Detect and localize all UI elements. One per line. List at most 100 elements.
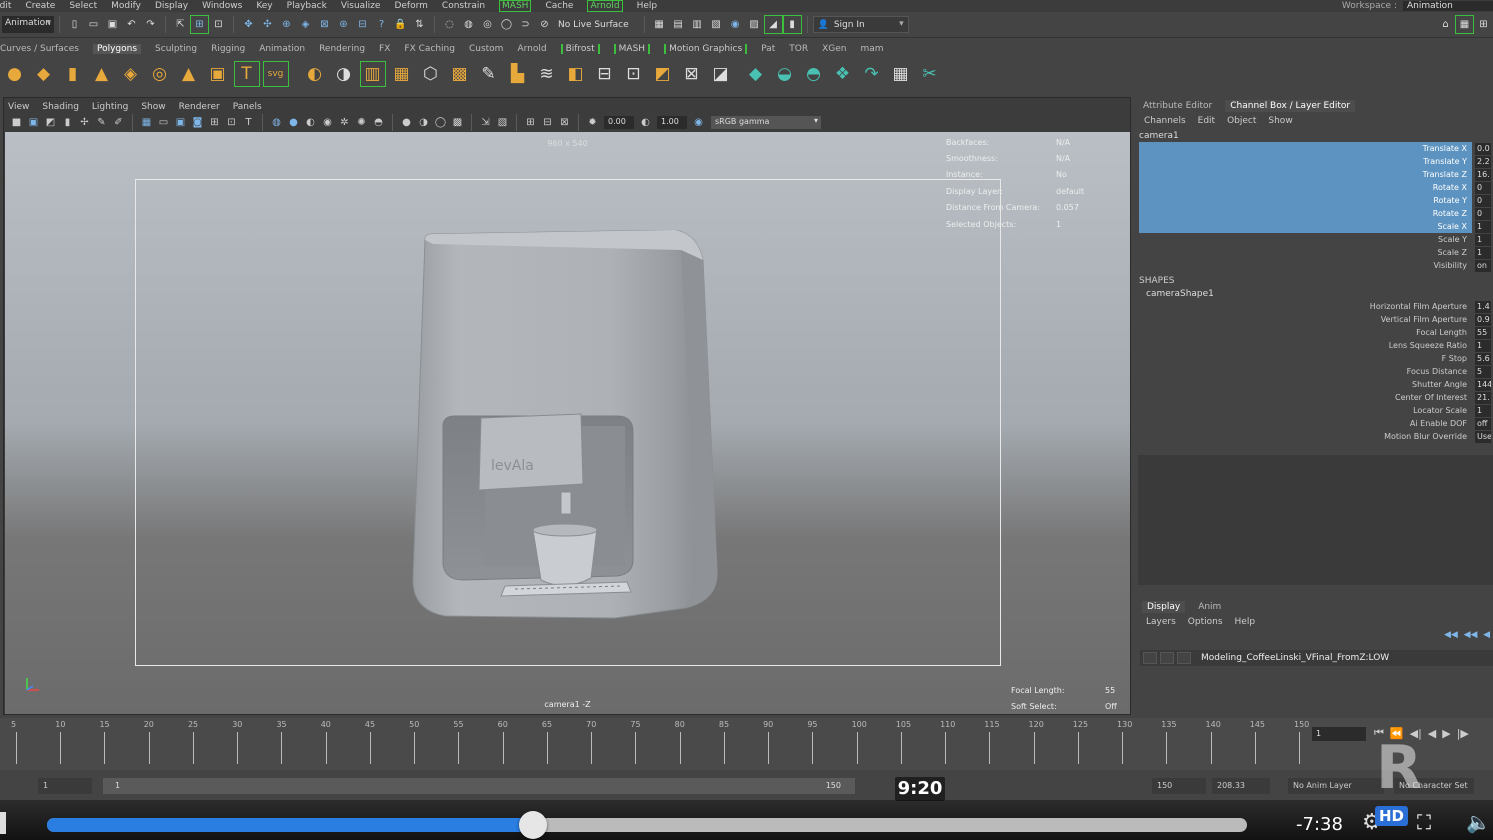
channel-row-translate-x[interactable]: Translate X 0.0: [1139, 142, 1493, 155]
render-frame-icon[interactable]: ▤: [670, 16, 687, 33]
channel-value-field[interactable]: 55: [1475, 326, 1491, 339]
channel-name[interactable]: Rotate X: [1139, 181, 1472, 194]
workspace-value[interactable]: Animation: [1403, 1, 1493, 11]
append-polygon-icon[interactable]: ◩: [651, 62, 675, 86]
modeling-toolkit-icon[interactable]: ⌂: [1437, 16, 1454, 33]
menu-mash[interactable]: MASH: [499, 0, 532, 12]
rp-menu-channels[interactable]: Channels: [1144, 116, 1186, 126]
channel-row-focal-length[interactable]: Focal Length 55: [1139, 326, 1493, 339]
time-slider[interactable]: 5 10 15 20 25 30 35 40 45 50 55 60 65 70 75 80 85 90 95 100…: [0, 718, 1493, 770]
range-slider-bar[interactable]: 1 150: [103, 778, 855, 794]
hypershade-icon[interactable]: ◉: [727, 16, 744, 33]
panel-menu-panels[interactable]: Panels: [233, 102, 262, 112]
animation-end-field[interactable]: 208.33: [1212, 778, 1270, 794]
shelf-tab-bifrost[interactable]: Bifrost: [560, 44, 600, 54]
channel-row-vertical-film-aperture[interactable]: Vertical Film Aperture 0.9: [1139, 313, 1493, 326]
channel-row-translate-y[interactable]: Translate Y 2.2: [1139, 155, 1493, 168]
channel-value-field[interactable]: 0: [1475, 207, 1491, 220]
resolution-gate-icon[interactable]: ▣: [173, 115, 188, 130]
grid-icon[interactable]: ▦: [139, 115, 154, 130]
channel-value-field[interactable]: 5.6: [1475, 352, 1491, 365]
hd-quality-badge[interactable]: HD: [1375, 806, 1409, 826]
channel-row-rotate-x[interactable]: Rotate X0: [1139, 181, 1493, 194]
animation-start-field[interactable]: 1: [38, 778, 92, 794]
lasso-remove-icon[interactable]: ◯: [498, 16, 515, 33]
backface-icon[interactable]: ⊠: [557, 115, 572, 130]
step-forward-frame-icon[interactable]: |▶: [1457, 727, 1469, 740]
menu-set-dropdown[interactable]: Animation: [2, 16, 54, 33]
shelf-tab-tor[interactable]: TOR: [789, 44, 808, 54]
channel-row-visibility[interactable]: Visibility on: [1139, 259, 1493, 272]
channel-name[interactable]: Horizontal Film Aperture: [1139, 300, 1472, 313]
extract-icon[interactable]: ▦: [390, 62, 414, 86]
ipr-render-icon[interactable]: ▥: [689, 16, 706, 33]
channel-name[interactable]: Scale X: [1139, 220, 1472, 233]
channel-row-rotate-y[interactable]: Rotate Y0: [1139, 194, 1493, 207]
playback-end-field[interactable]: 150: [1152, 778, 1206, 794]
menu-create[interactable]: Create: [25, 1, 55, 11]
channel-row-horizontal-film-aperture[interactable]: Horizontal Film Aperture 1.4: [1139, 300, 1493, 313]
channel-name[interactable]: Scale Z: [1139, 246, 1472, 259]
spherical-uv-icon[interactable]: ◓: [802, 62, 826, 86]
channel-value-field[interactable]: on: [1475, 259, 1491, 272]
channel-row-focus-distance[interactable]: Focus Distance 5: [1139, 365, 1493, 378]
combine-icon[interactable]: ◐: [303, 62, 327, 86]
layer-nav-icons[interactable]: ◀◀ ◀◀ ◀: [1444, 630, 1490, 640]
video-progress-knob[interactable]: [519, 811, 547, 839]
channel-row-motion-blur-override[interactable]: Motion Blur Override Use: [1139, 430, 1493, 443]
shelf-tab-mam[interactable]: mam: [861, 44, 884, 54]
screen-space-ao-icon[interactable]: ●: [399, 115, 414, 130]
play-forwards-icon[interactable]: ▶: [1442, 727, 1450, 740]
gamma-icon[interactable]: ◐: [638, 115, 653, 130]
channel-row-scale-z[interactable]: Scale Z1: [1139, 246, 1493, 259]
shelf-tab-fx[interactable]: FX: [379, 44, 390, 54]
layer-menu-layers[interactable]: Layers: [1146, 617, 1176, 627]
panel-menu-view[interactable]: View: [8, 102, 29, 112]
channel-name[interactable]: Translate Y: [1139, 155, 1472, 168]
anti-aliasing-icon[interactable]: ◯: [433, 115, 448, 130]
anim-layer-dropdown[interactable]: No Anim Layer: [1288, 778, 1384, 794]
image-plane-icon[interactable]: ▮: [60, 115, 75, 130]
depth-of-field-icon[interactable]: ▩: [450, 115, 465, 130]
shadows-icon[interactable]: ◓: [371, 115, 386, 130]
xray-active-icon[interactable]: ⊟: [540, 115, 555, 130]
shelf-tab-motion-graphics[interactable]: Motion Graphics: [664, 44, 748, 54]
lock-icon[interactable]: 🔒: [392, 16, 409, 33]
lasso-icon[interactable]: ◌: [441, 16, 458, 33]
rp-menu-show[interactable]: Show: [1268, 116, 1292, 126]
snap-edge-icon[interactable]: ⊟: [354, 16, 371, 33]
channel-row-ai-enable-dof[interactable]: Ai Enable DOF off: [1139, 417, 1493, 430]
channel-value-field[interactable]: 1: [1475, 220, 1491, 233]
channel-row-scale-y[interactable]: Scale Y1: [1139, 233, 1493, 246]
arnold-ipr-icon[interactable]: ◢: [763, 15, 783, 34]
poly-plane-icon[interactable]: ◈: [119, 62, 143, 86]
channel-name[interactable]: Visibility: [1139, 259, 1472, 272]
channel-name[interactable]: Center Of Interest: [1139, 391, 1472, 404]
use-default-material-icon[interactable]: ◐: [303, 115, 318, 130]
selected-object-name[interactable]: camera1: [1139, 131, 1179, 141]
volume-icon[interactable]: 🔈: [1466, 810, 1491, 834]
menu-modify[interactable]: Modify: [111, 1, 141, 11]
smooth-icon[interactable]: ▥: [359, 61, 386, 87]
time-ticks[interactable]: 5 10 15 20 25 30 35 40 45 50 55 60 65 70 75 80 85 90 95 100…: [0, 718, 1309, 768]
snap-curve-icon[interactable]: ✣: [259, 16, 276, 33]
menu-arnold[interactable]: Arnold: [587, 0, 623, 12]
channel-row-locator-scale[interactable]: Locator Scale 1: [1139, 404, 1493, 417]
layer-visibility-toggle[interactable]: [1143, 652, 1157, 664]
channel-name[interactable]: F Stop: [1139, 352, 1472, 365]
rp-tabs-attribute-editor[interactable]: Attribute Editor: [1138, 100, 1217, 112]
open-scene-icon[interactable]: ▭: [85, 16, 102, 33]
camera-attributes-icon[interactable]: ▣: [26, 115, 41, 130]
shelf-tab-rigging[interactable]: Rigging: [211, 44, 245, 54]
rp-menu-object[interactable]: Object: [1227, 116, 1256, 126]
channel-name[interactable]: Shutter Angle: [1139, 378, 1472, 391]
channel-name[interactable]: Locator Scale: [1139, 404, 1472, 417]
channel-value-field[interactable]: 0.9: [1475, 313, 1491, 326]
use-all-lights-icon[interactable]: ✺: [354, 115, 369, 130]
camera-icon[interactable]: ■: [9, 115, 24, 130]
channel-name[interactable]: Vertical Film Aperture: [1139, 313, 1472, 326]
separate-icon[interactable]: ◑: [332, 62, 356, 86]
smooth-shade-icon[interactable]: ●: [286, 115, 301, 130]
lasso-add-icon[interactable]: ◎: [479, 16, 496, 33]
shelf-tab-animation[interactable]: Animation: [259, 44, 305, 54]
